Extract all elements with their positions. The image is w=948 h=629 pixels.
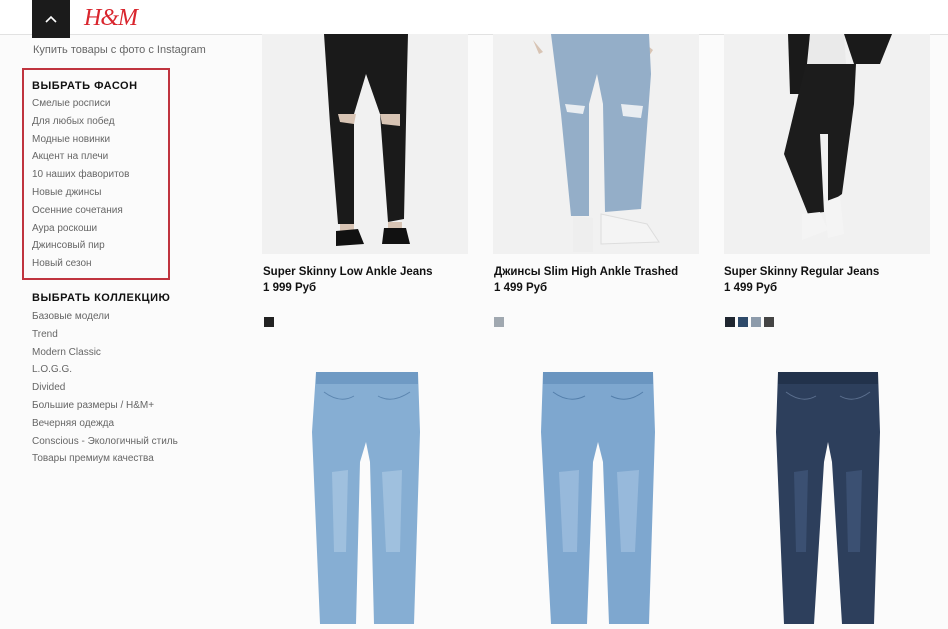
collection-item[interactable]: L.O.G.G.	[32, 361, 178, 379]
collection-item[interactable]: Товары премиум качества	[32, 450, 178, 468]
collection-heading: ВЫБРАТЬ КОЛЛЕКЦИЮ	[32, 292, 171, 304]
brand-logo[interactable]: H&M	[84, 5, 138, 32]
collection-item[interactable]: Вечерняя одежда	[32, 415, 178, 433]
color-swatch[interactable]	[764, 317, 774, 327]
color-swatch[interactable]	[725, 317, 735, 327]
model-dark-jeans-photo	[784, 34, 892, 240]
style-item[interactable]: Джинсовый пир	[32, 237, 129, 255]
light-wash-jeans-image	[312, 372, 420, 624]
collection-item[interactable]: Базовые модели	[32, 308, 178, 326]
style-item[interactable]: Модные новинки	[32, 131, 129, 149]
style-item[interactable]: Новые джинсы	[32, 184, 129, 202]
color-swatches	[725, 317, 774, 327]
collection-item[interactable]: Modern Classic	[32, 344, 178, 362]
color-swatches	[494, 317, 504, 327]
product-price: 1 499 Руб	[724, 282, 778, 294]
chevron-up-icon	[45, 15, 57, 23]
product-name[interactable]: Super Skinny Low Ankle Jeans	[263, 266, 433, 278]
collection-item[interactable]: Большие размеры / H&M+	[32, 397, 178, 415]
style-item[interactable]: 10 наших фаворитов	[32, 166, 129, 184]
collection-item[interactable]: Trend	[32, 326, 178, 344]
color-swatch[interactable]	[494, 317, 504, 327]
product-image[interactable]	[493, 34, 699, 254]
style-item[interactable]: Осенние сочетания	[32, 202, 129, 220]
color-swatches	[264, 317, 274, 327]
product-image[interactable]	[262, 352, 468, 624]
style-menu: Смелые росписи Для любых побед Модные но…	[32, 95, 129, 273]
model-light-jeans-photo	[533, 34, 660, 252]
style-heading: ВЫБРАТЬ ФАСОН	[32, 80, 138, 92]
top-bar	[0, 0, 948, 35]
color-swatch[interactable]	[264, 317, 274, 327]
collection-menu: Базовые модели Trend Modern Classic L.O.…	[32, 308, 178, 468]
product-name[interactable]: Super Skinny Regular Jeans	[724, 266, 879, 278]
product-image[interactable]	[724, 352, 930, 624]
medium-wash-jeans-image	[541, 372, 655, 624]
color-swatch[interactable]	[738, 317, 748, 327]
product-name[interactable]: Джинсы Slim High Ankle Trashed	[494, 266, 678, 278]
style-item[interactable]: Новый сезон	[32, 255, 129, 273]
style-item[interactable]: Смелые росписи	[32, 95, 129, 113]
product-image[interactable]	[493, 352, 699, 624]
color-swatch[interactable]	[751, 317, 761, 327]
style-item[interactable]: Аура роскоши	[32, 220, 129, 238]
style-item[interactable]: Для любых побед	[32, 113, 129, 131]
collapse-menu-button[interactable]	[32, 0, 70, 38]
instagram-shop-link[interactable]: Купить товары с фото с Instagram	[33, 44, 206, 56]
product-image[interactable]	[262, 34, 468, 254]
style-item[interactable]: Акцент на плечи	[32, 148, 129, 166]
collection-item[interactable]: Divided	[32, 379, 178, 397]
product-price: 1 499 Руб	[494, 282, 548, 294]
dark-wash-jeans-image	[776, 372, 880, 624]
product-image[interactable]	[724, 34, 930, 254]
model-black-jeans-photo	[324, 34, 410, 246]
collection-item[interactable]: Conscious - Экологичный стиль	[32, 433, 178, 451]
product-price: 1 999 Руб	[263, 282, 317, 294]
